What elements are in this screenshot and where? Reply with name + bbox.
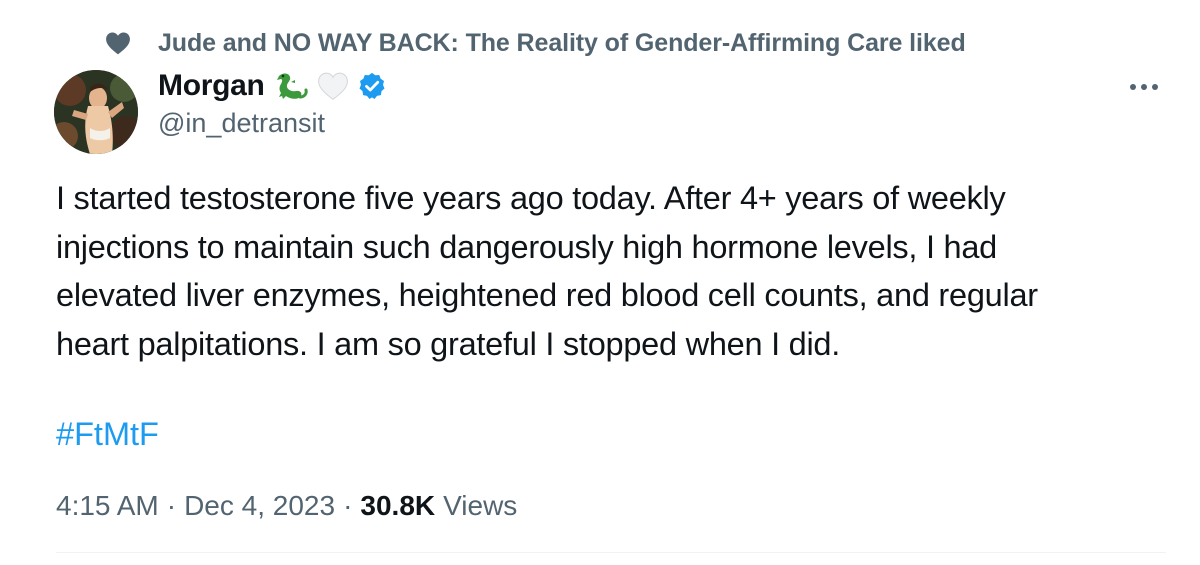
social-context: Jude and NO WAY BACK: The Reality of Gen… [104, 26, 966, 60]
social-context-text[interactable]: Jude and NO WAY BACK: The Reality of Gen… [158, 29, 966, 58]
heart-icon [104, 30, 132, 56]
divider [56, 552, 1166, 553]
avatar[interactable] [54, 70, 138, 154]
tweet-text: I started testosterone five years ago to… [56, 180, 1038, 362]
views-label: Views [443, 490, 518, 521]
author-block: Morgan @in_detransit [158, 66, 387, 139]
author-display-name[interactable]: Morgan [158, 69, 265, 103]
hashtag-link[interactable]: #FtMtF [56, 410, 159, 458]
more-options-button[interactable] [1126, 72, 1162, 102]
tweet-meta: 4:15 AM · Dec 4, 2023 · 30.8K Views [56, 486, 517, 526]
meta-separator: · [343, 490, 353, 521]
tweet-time[interactable]: 4:15 AM [56, 490, 159, 522]
ellipsis-icon [1130, 84, 1158, 90]
meta-separator: · [166, 490, 177, 521]
author-handle[interactable]: @in_detransit [158, 108, 387, 139]
tweet-card[interactable]: Jude and NO WAY BACK: The Reality of Gen… [0, 0, 1200, 565]
white-heart-emoji-icon [317, 71, 349, 101]
verified-badge-icon[interactable] [357, 71, 387, 101]
lizard-emoji-icon [273, 70, 309, 102]
tweet-date[interactable]: Dec 4, 2023 [184, 490, 335, 522]
views-count[interactable]: 30.8K [360, 490, 435, 522]
